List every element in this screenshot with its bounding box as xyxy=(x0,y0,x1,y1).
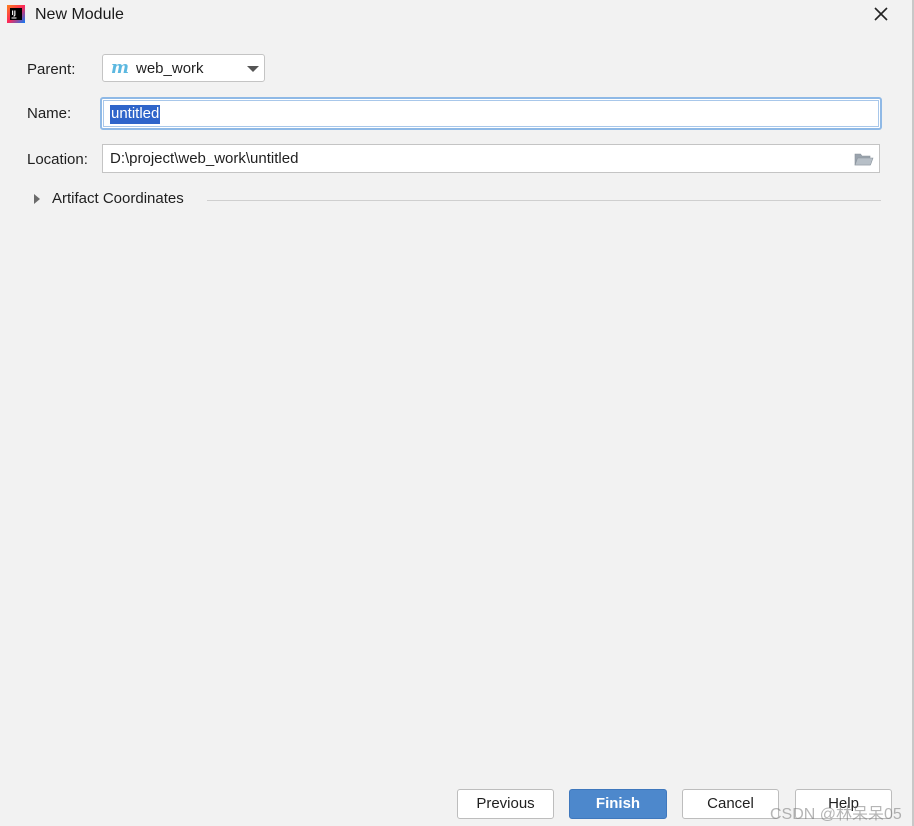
parent-value: web_work xyxy=(136,60,204,77)
name-value-selected: untitled xyxy=(110,105,161,124)
location-label: Location: xyxy=(27,151,88,168)
intellij-idea-icon: IJ xyxy=(7,5,25,23)
cancel-button[interactable]: Cancel xyxy=(682,789,779,819)
folder-icon[interactable] xyxy=(854,151,874,167)
title-bar: IJ New Module xyxy=(0,0,912,30)
location-field[interactable]: D:\project\web_work\untitled xyxy=(102,144,880,173)
name-input[interactable]: untitled xyxy=(103,100,879,127)
previous-button[interactable]: Previous xyxy=(457,789,554,819)
parent-dropdown[interactable]: m web_work xyxy=(102,54,265,82)
section-divider xyxy=(207,200,881,201)
artifact-coordinates-label: Artifact Coordinates xyxy=(52,190,184,207)
location-value: D:\project\web_work\untitled xyxy=(110,150,299,167)
new-module-dialog: IJ New Module Parent: m web_work Name: u… xyxy=(0,0,914,826)
maven-module-icon: m xyxy=(111,58,129,78)
name-field[interactable]: untitled xyxy=(100,97,882,130)
name-label: Name: xyxy=(27,105,72,122)
dialog-title: New Module xyxy=(35,6,124,23)
finish-button[interactable]: Finish xyxy=(569,789,667,819)
watermark: CSDN @林呆呆05 xyxy=(770,806,902,823)
parent-label: Parent: xyxy=(27,61,76,78)
chevron-right-icon xyxy=(34,194,40,204)
close-icon[interactable] xyxy=(866,0,896,30)
chevron-down-icon xyxy=(247,66,259,72)
artifact-coordinates-toggle[interactable]: Artifact Coordinates xyxy=(32,190,882,210)
svg-text:IJ: IJ xyxy=(12,10,16,17)
